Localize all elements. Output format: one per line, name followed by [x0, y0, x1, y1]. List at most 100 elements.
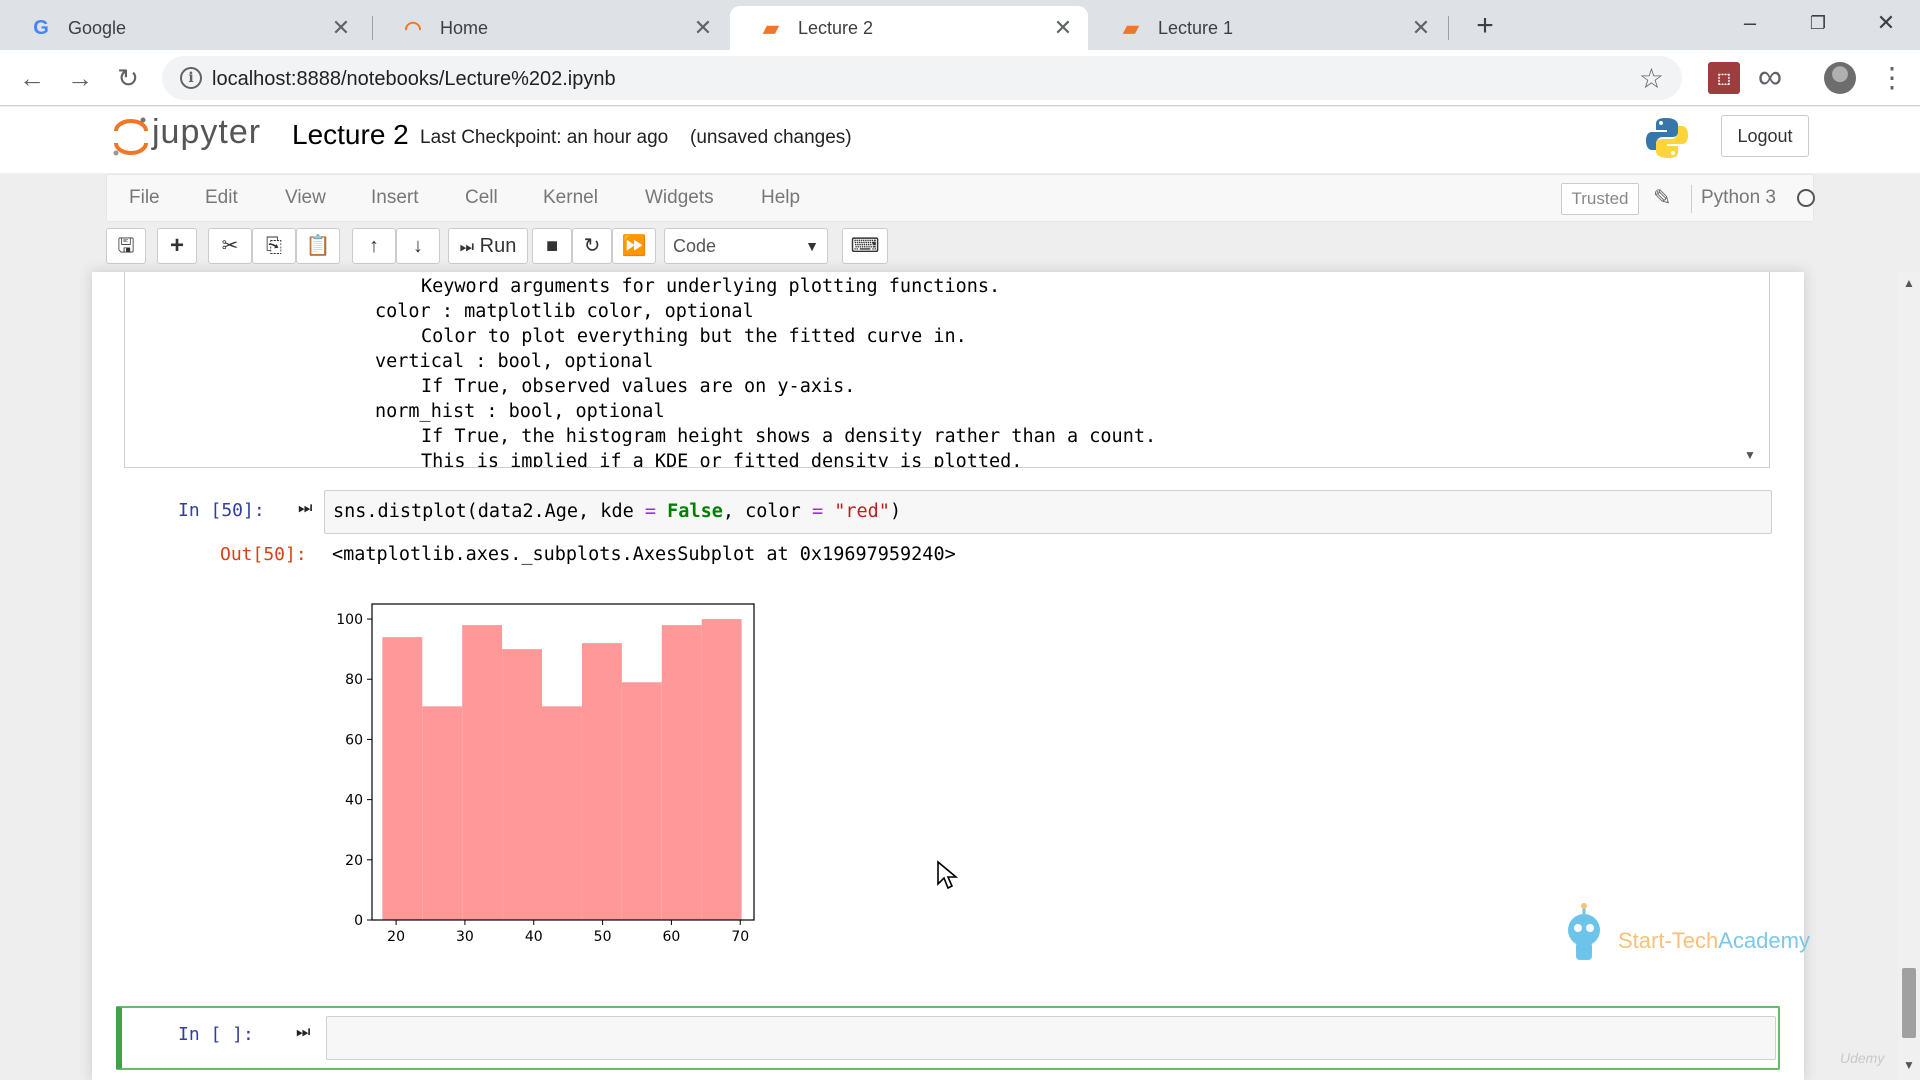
menu-help[interactable]: Help: [761, 187, 800, 209]
y-tick-label: 60: [345, 732, 363, 748]
y-tick-label: 40: [345, 793, 363, 809]
paste-icon: 📋: [305, 235, 331, 257]
minimize-icon[interactable]: –: [1720, 6, 1780, 40]
chevron-down-icon: ▼: [805, 238, 819, 254]
menu-view[interactable]: View: [285, 187, 326, 209]
tab-title: Google: [68, 17, 127, 38]
code-string: "red": [834, 501, 890, 522]
tab-lecture-1[interactable]: ▰ Lecture 1 ✕: [1090, 6, 1446, 50]
close-icon[interactable]: ✕: [1052, 15, 1074, 41]
scroll-up-icon[interactable]: ▲: [1903, 276, 1915, 290]
run-label: Run: [479, 235, 517, 257]
kernel-separator: [1691, 185, 1692, 213]
jupyter-header: jupyter Lecture 2 Last Checkpoint: an ho…: [0, 107, 1920, 173]
run-button[interactable]: ⏭ Run: [448, 228, 528, 264]
scrollbar-thumb[interactable]: [1902, 968, 1916, 1038]
restart-button[interactable]: ↻: [572, 228, 612, 264]
x-tick-label: 30: [456, 929, 474, 945]
code-cell-input[interactable]: sns.distplot(data2.Age, kde = False, col…: [324, 490, 1772, 534]
notebook-title[interactable]: Lecture 2: [292, 119, 409, 151]
menu-edit[interactable]: Edit: [205, 187, 238, 209]
y-tick-label: 80: [345, 672, 363, 688]
histogram-bar: [581, 643, 622, 920]
command-palette-button[interactable]: ⌨: [842, 228, 888, 264]
jupyter-icon: ◠: [404, 17, 422, 40]
selected-empty-cell[interactable]: In [ ]: ⏭: [116, 1006, 1780, 1070]
save-button[interactable]: 🖫: [106, 228, 146, 264]
restart-run-all-button[interactable]: ⏩: [612, 228, 656, 264]
url-text[interactable]: localhost:8888/notebooks/Lecture%202.ipy…: [212, 68, 616, 91]
copy-icon: ⎘: [266, 235, 282, 257]
star-icon[interactable]: ☆: [1639, 62, 1664, 95]
tab-lecture-2[interactable]: ▰ Lecture 2 ✕: [730, 6, 1088, 50]
pdf-extension-icon[interactable]: ⬚: [1708, 62, 1740, 94]
tab-title: Lecture 2: [798, 17, 874, 38]
trusted-badge[interactable]: Trusted: [1561, 183, 1639, 215]
help-output-box[interactable]: Keyword arguments for underlying plottin…: [124, 272, 1770, 468]
code-operator: =: [644, 501, 657, 522]
interrupt-button[interactable]: ■: [532, 228, 572, 264]
autosave-status: (unsaved changes): [690, 127, 852, 148]
menu-kernel[interactable]: Kernel: [543, 187, 598, 209]
menu-file[interactable]: File: [129, 187, 160, 209]
reload-icon[interactable]: ↻: [110, 60, 146, 96]
menu-widgets[interactable]: Widgets: [645, 187, 714, 209]
x-tick-label: 50: [594, 929, 612, 945]
address-bar[interactable]: i localhost:8888/notebooks/Lecture%202.i…: [162, 56, 1682, 100]
output-prompt: Out[50]:: [220, 544, 307, 565]
jupyter-logo-icon[interactable]: [110, 115, 152, 157]
plus-icon: +: [169, 232, 184, 259]
cut-button[interactable]: ✂: [208, 228, 252, 264]
close-icon[interactable]: ✕: [330, 15, 352, 41]
tab-google[interactable]: G Google ✕: [0, 6, 366, 50]
udemy-watermark: Udemy: [1840, 1050, 1885, 1066]
watermark-part1: Start-Tech: [1618, 928, 1719, 953]
help-line: If True, observed values are on y-axis.: [421, 376, 856, 397]
stop-icon: ■: [545, 235, 559, 257]
jupyter-wordmark[interactable]: jupyter: [152, 113, 261, 152]
menu-cell[interactable]: Cell: [465, 187, 498, 209]
histogram-chart: 0 20 40 60 80 100 20 30 40 50 60 70 Age: [336, 603, 755, 950]
copy-button[interactable]: ⎘: [252, 228, 296, 264]
code-operator: =: [811, 501, 824, 522]
help-line: If True, the histogram height shows a de…: [421, 426, 1157, 447]
logout-button[interactable]: Logout: [1721, 115, 1809, 157]
pencil-icon[interactable]: ✎: [1653, 185, 1671, 211]
x-axis-label: Age: [548, 948, 577, 950]
step-forward-icon: ⏭: [459, 239, 475, 256]
browser-toolbar: ← → ↻ i localhost:8888/notebooks/Lecture…: [0, 50, 1920, 106]
infinity-extension-icon[interactable]: ∞: [1754, 60, 1786, 94]
forward-icon[interactable]: →: [62, 60, 98, 96]
profile-avatar[interactable]: [1824, 62, 1856, 94]
notebook-icon: ▰: [763, 17, 779, 40]
back-icon[interactable]: ←: [14, 60, 50, 96]
step-forward-icon[interactable]: ⏭: [296, 1024, 312, 1044]
close-icon[interactable]: ✕: [692, 15, 714, 41]
info-icon[interactable]: i: [180, 67, 202, 89]
tab-home[interactable]: ◠ Home ✕: [372, 6, 728, 50]
page-scrollbar[interactable]: ▲ ▼: [1898, 272, 1920, 1080]
move-down-button[interactable]: ↓: [396, 228, 440, 264]
move-up-button[interactable]: ↑: [352, 228, 396, 264]
x-tick-label: 60: [662, 929, 680, 945]
help-scroll-down-icon[interactable]: ▼: [1744, 448, 1756, 462]
restore-icon[interactable]: ❐: [1788, 6, 1848, 40]
cell-type-select[interactable]: Code ▼: [664, 228, 828, 264]
histogram-bar: [462, 625, 503, 920]
paste-button[interactable]: 📋: [296, 228, 340, 264]
close-icon[interactable]: ✕: [1410, 15, 1432, 41]
help-line: color : matplotlib color, optional: [375, 301, 754, 322]
kernel-name[interactable]: Python 3: [1701, 187, 1776, 209]
code-cell-input[interactable]: [326, 1016, 1776, 1060]
step-forward-icon[interactable]: ⏭: [298, 500, 314, 520]
new-tab-button[interactable]: +: [1468, 10, 1502, 44]
menu-insert[interactable]: Insert: [371, 187, 419, 209]
help-line: This is implied if a KDE or fitted densi…: [421, 451, 1023, 468]
insert-cell-button[interactable]: +: [157, 228, 197, 264]
watermark-part2: Academy: [1718, 928, 1810, 953]
google-icon: G: [33, 16, 49, 39]
scroll-down-icon[interactable]: ▼: [1903, 1058, 1915, 1072]
kebab-menu-icon[interactable]: ⋮: [1878, 62, 1906, 94]
histogram-bar: [502, 649, 543, 920]
window-close-icon[interactable]: ✕: [1856, 6, 1916, 40]
